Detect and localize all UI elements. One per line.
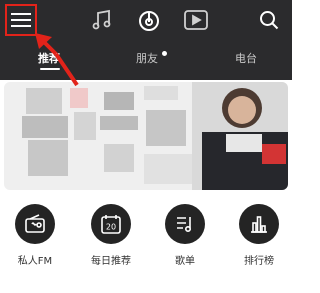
quick-entry-daily[interactable]: 20 每日推荐 [81, 204, 141, 267]
menu-icon [11, 13, 31, 27]
netease-cloud-button[interactable] [134, 5, 164, 35]
tab-friends[interactable]: 朋友 [136, 50, 158, 66]
quick-entry-charts[interactable]: 排行榜 [229, 204, 289, 267]
quick-entry-fm[interactable]: 私人FM [5, 204, 65, 267]
quick-entry-label: 每日推荐 [91, 256, 131, 267]
search-button[interactable] [255, 6, 283, 34]
playlist-icon [177, 217, 192, 233]
quick-entry-label: 排行榜 [244, 256, 274, 267]
quick-entry-label: 私人FM [17, 256, 53, 267]
calendar-icon: 20 [101, 215, 121, 234]
tab-recommend[interactable]: 推荐 [38, 50, 60, 66]
video-play-icon [184, 10, 208, 30]
quick-entry-label: 歌单 [175, 256, 195, 267]
video-button[interactable] [182, 6, 210, 34]
tab-radio[interactable]: 电台 [235, 50, 257, 66]
chart-icon [251, 216, 267, 233]
netease-cloud-icon [139, 11, 159, 31]
calendar-day: 20 [106, 223, 116, 232]
top-bar: 推荐 朋友 电台 [0, 0, 292, 80]
banner-carousel[interactable] [4, 82, 288, 190]
search-icon [260, 11, 279, 30]
radio-icon [25, 214, 45, 233]
menu-button[interactable] [5, 4, 37, 36]
music-button[interactable] [88, 6, 116, 34]
active-tab-indicator [40, 68, 60, 70]
friends-badge-dot [162, 51, 167, 56]
quick-entry-playlist[interactable]: 歌单 [155, 204, 215, 267]
music-note-icon [92, 9, 111, 30]
